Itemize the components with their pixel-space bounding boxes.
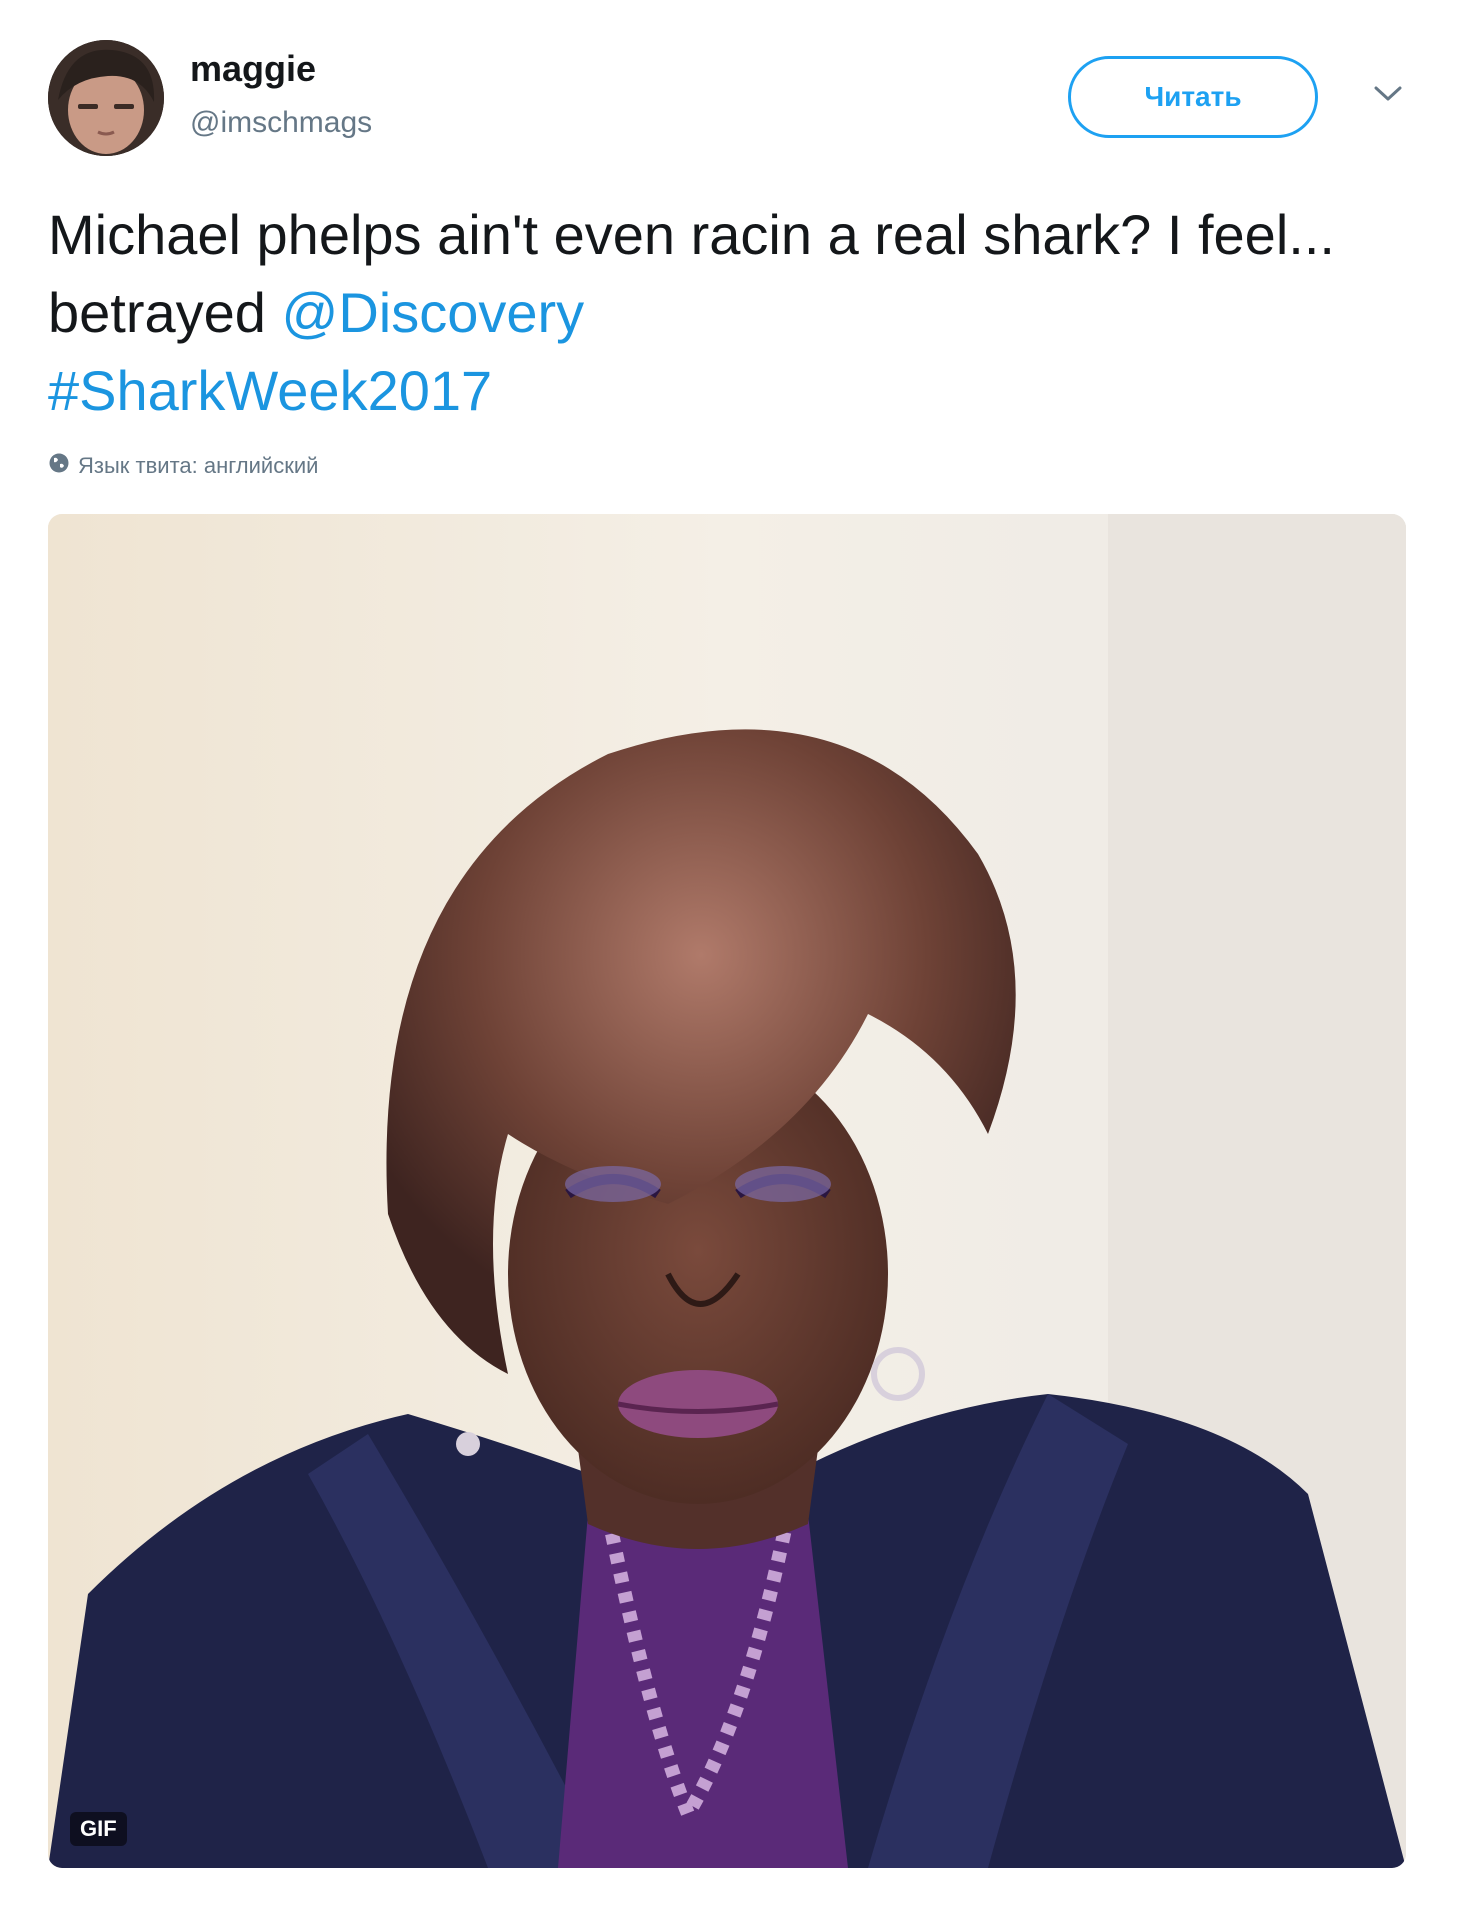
chevron-down-icon [1373, 85, 1403, 108]
mention-link[interactable]: @Discovery [282, 281, 585, 344]
gif-badge: GIF [70, 1812, 127, 1846]
user-handle[interactable]: @imschmags [190, 106, 372, 140]
avatar[interactable] [48, 40, 164, 156]
follow-button[interactable]: Читать [1068, 56, 1318, 138]
gif-media[interactable]: GIF [48, 514, 1406, 1868]
more-options-button[interactable] [1364, 76, 1412, 116]
gif-preview-image [48, 514, 1406, 1868]
tweet-text-body: Michael phelps ain't even racin a real s… [48, 203, 1335, 344]
display-name[interactable]: maggie [190, 48, 316, 90]
tweet-language-label: Язык твита: английский [78, 453, 319, 478]
tweet-card: maggie @imschmags Читать Michael phelps … [0, 0, 1460, 1930]
tweet-text: Michael phelps ain't even racin a real s… [48, 196, 1418, 430]
tweet-language: Язык твита: английский [48, 452, 318, 480]
globe-icon [48, 452, 70, 480]
hashtag-link[interactable]: #SharkWeek2017 [48, 359, 492, 422]
